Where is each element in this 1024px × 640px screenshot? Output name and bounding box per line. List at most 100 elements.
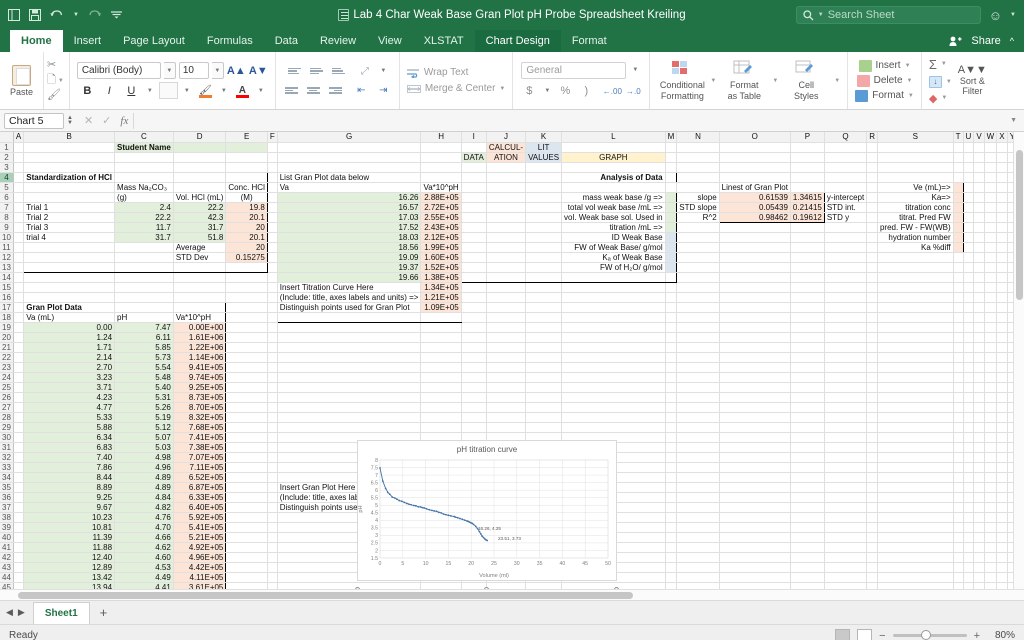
list-gran-va10ph-6[interactable]: 1.99E+05 <box>420 242 462 253</box>
cell-X34[interactable] <box>996 472 1008 483</box>
cell-W19[interactable] <box>984 322 998 333</box>
cell-W18[interactable] <box>984 312 998 323</box>
cell-R41[interactable] <box>866 542 878 553</box>
grid-row[interactable]: 7 Trial 1 2.4 22.2 19.8 16.57 2.72E+05 total vo… <box>0 202 1024 213</box>
cell-A13[interactable] <box>13 262 25 273</box>
grid-row[interactable]: 8 Trial 2 22.2 42.3 20.1 17.03 2.55E+05 vol. We… <box>0 212 1024 223</box>
cell-E19[interactable] <box>225 322 268 333</box>
cell-P1[interactable] <box>790 142 825 153</box>
currency-format-button[interactable]: $ <box>520 83 538 99</box>
select-all-corner[interactable] <box>0 132 14 143</box>
cell-A33[interactable] <box>13 462 25 473</box>
cell-V36[interactable] <box>973 492 985 503</box>
cell-M34[interactable] <box>665 472 678 483</box>
analysis-label-2[interactable]: total vol weak base /mL => <box>561 202 666 213</box>
cell-O37[interactable] <box>719 502 791 513</box>
column-header-r[interactable]: R <box>866 132 878 143</box>
cell-T41[interactable] <box>953 542 964 553</box>
cell-O9[interactable] <box>719 222 791 233</box>
cell-G29[interactable] <box>277 422 422 433</box>
cell-J18[interactable] <box>486 312 527 323</box>
cell-W38[interactable] <box>984 512 998 523</box>
gran-ph-7[interactable]: 5.40 <box>114 382 174 393</box>
cell-H24[interactable] <box>420 372 462 383</box>
cell-I5[interactable] <box>461 182 487 193</box>
cell-A17[interactable] <box>13 302 25 313</box>
cell-S39[interactable] <box>877 522 954 533</box>
gran-va10ph-17[interactable]: 6.87E+05 <box>173 482 227 493</box>
cell-P40[interactable] <box>790 532 825 543</box>
cell-E35[interactable] <box>225 482 268 493</box>
cell-F36[interactable] <box>267 492 278 503</box>
cell-K9[interactable] <box>525 222 563 233</box>
cell-S28[interactable] <box>877 412 954 423</box>
cell-Q14[interactable] <box>824 272 868 283</box>
gran-ph-15[interactable]: 4.96 <box>114 462 174 473</box>
cell-B13[interactable] <box>23 262 116 273</box>
currency-dropdown-caret[interactable]: ▼ <box>541 83 553 100</box>
cell-G2[interactable] <box>277 152 422 163</box>
gran-va10ph-27[interactable]: 3.61E+05 <box>173 582 227 589</box>
cell-C6[interactable]: (g) <box>114 192 174 203</box>
cell-P39[interactable] <box>790 522 825 533</box>
cell-N28[interactable] <box>676 412 720 423</box>
cell-U37[interactable] <box>963 502 975 513</box>
gran-ph-23[interactable]: 4.62 <box>114 542 174 553</box>
grid-row[interactable]: 6 (g) Vol. HCl (mL) (M) 16.26 2.88E+05 mass we… <box>0 191 1024 203</box>
cell-U33[interactable] <box>963 462 975 473</box>
cell-K25[interactable] <box>525 382 563 393</box>
cell-A23[interactable] <box>13 362 25 373</box>
cell-R3[interactable] <box>866 162 878 173</box>
cell-D14[interactable] <box>173 272 227 283</box>
gran-va-25[interactable]: 12.89 <box>23 562 116 573</box>
fill-dropdown-caret[interactable]: ▼ <box>946 79 952 85</box>
cell-T19[interactable] <box>953 322 964 333</box>
column-header-s[interactable]: S <box>877 132 954 143</box>
cell-R17[interactable] <box>866 302 878 313</box>
cell-P22[interactable] <box>790 352 825 363</box>
grid-row[interactable]: 17 Gran Plot Data Distinguish points used … <box>0 301 1024 313</box>
cell-G28[interactable] <box>277 412 422 423</box>
orientation-icon[interactable]: ⤢ <box>355 63 374 79</box>
linest-label-3[interactable]: R^2 <box>676 212 720 223</box>
gran-va10ph-10[interactable]: 8.32E+05 <box>173 412 227 423</box>
merge-center-button[interactable]: Merge & Center ▼ <box>406 83 505 94</box>
cell-X24[interactable] <box>996 372 1008 383</box>
gran-ph-17[interactable]: 4.89 <box>114 482 174 493</box>
cell-V9[interactable] <box>973 222 985 233</box>
cell-K23[interactable] <box>525 362 563 373</box>
row-header-30[interactable]: 30 <box>0 432 14 443</box>
cell-V15[interactable] <box>973 282 985 293</box>
cell-X21[interactable] <box>996 342 1008 353</box>
gran-va-19[interactable]: 9.67 <box>23 502 116 513</box>
cell-O3[interactable] <box>719 162 791 173</box>
cell-I13[interactable] <box>461 262 487 273</box>
cell-A1[interactable] <box>13 142 25 153</box>
tab-review[interactable]: Review <box>309 30 367 52</box>
cell-T31[interactable] <box>953 442 964 453</box>
cell-M30[interactable] <box>665 432 678 443</box>
cell-S1[interactable] <box>877 142 954 153</box>
cell-I6[interactable] <box>461 192 487 203</box>
cell-J10[interactable] <box>486 232 527 243</box>
zoom-out-button[interactable]: − <box>879 630 885 640</box>
cell-H3[interactable] <box>420 162 462 173</box>
cell-G26[interactable] <box>277 392 422 403</box>
cell-C4[interactable] <box>114 171 174 183</box>
cell-A37[interactable] <box>13 502 25 513</box>
standardization-trial-label-4[interactable]: trial 4 <box>23 232 116 243</box>
share-button[interactable]: Share <box>971 35 1000 47</box>
paste-button[interactable]: Paste <box>10 87 33 97</box>
list-gran-va-9[interactable]: 19.66 <box>276 272 422 283</box>
cell-S4[interactable] <box>877 172 954 183</box>
horizontal-scrollbar[interactable] <box>0 589 1024 600</box>
cell-O12[interactable] <box>719 252 791 263</box>
cell-U36[interactable] <box>963 492 975 503</box>
cell-N15[interactable] <box>676 282 720 293</box>
cell-T37[interactable] <box>953 502 964 513</box>
cell-R5[interactable] <box>866 182 878 193</box>
cell-S42[interactable] <box>877 552 954 563</box>
cell-styles-button[interactable]: Cell Styles <box>781 60 831 101</box>
gran-va-10[interactable]: 5.33 <box>23 412 116 423</box>
cell-W7[interactable] <box>984 202 998 213</box>
